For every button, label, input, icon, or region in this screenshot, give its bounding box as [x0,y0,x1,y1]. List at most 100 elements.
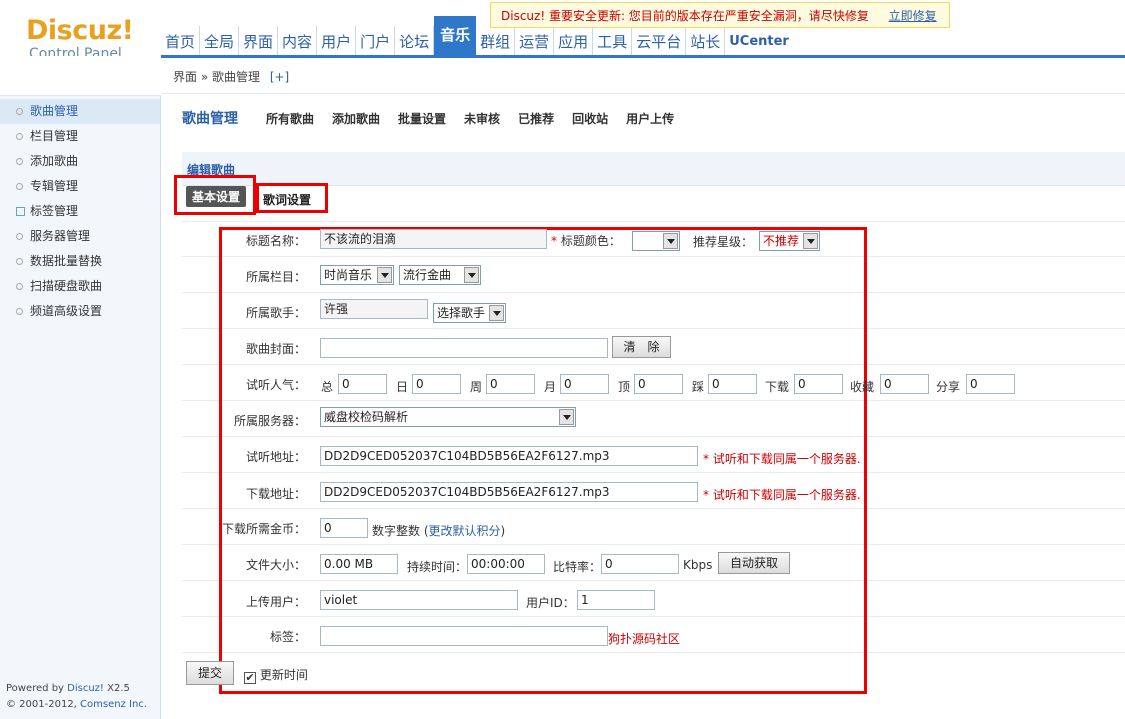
sidebar-item-tag-manage[interactable]: 标签管理 [0,199,160,224]
fix-now-link[interactable]: 立即修复 [889,9,937,23]
nav-portal[interactable]: 门户 [356,26,396,56]
pop-day-input[interactable]: 0 [412,374,461,394]
cover-input[interactable] [320,338,608,358]
submit-button[interactable]: 提交 [186,661,234,685]
main-content: 歌曲管理 所有歌曲 添加歌曲 批量设置 未审核 已推荐 回收站 用户上传 编辑歌… [162,95,1125,719]
comsenz-link[interactable]: Comsenz Inc. [80,699,147,710]
chevron-down-icon [377,267,392,283]
tab-basic-settings[interactable]: 基本设置 [174,175,256,215]
subnav-recommended[interactable]: 已推荐 [518,110,554,127]
coin-input[interactable]: 0 [320,518,368,538]
bitrate-label: 比特率： [553,560,602,574]
sidebar-item-add-song[interactable]: 添加歌曲 [0,149,160,174]
logo-brand: Discuz! [26,15,134,46]
tab-lyrics-settings[interactable]: 歌词设置 [256,183,328,213]
nav-forum[interactable]: 论坛 [395,26,435,56]
uploader-input[interactable]: violet [320,590,518,610]
download-url-input[interactable]: DD2D9CED052037C104BD5B56EA2F6127.mp3 [320,482,698,502]
nav-tools[interactable]: 工具 [593,26,633,56]
nav-webmaster[interactable]: 站长 [686,26,726,56]
file-size-label: 文件大小： [245,558,306,572]
sub-nav: 歌曲管理 所有歌曲 添加歌曲 批量设置 未审核 已推荐 回收站 用户上传 [182,107,692,129]
breadcrumb-add-button[interactable]: [+] [270,70,289,84]
chevron-down-icon [663,233,678,249]
nav-ucenter[interactable]: UCenter [725,26,793,56]
nav-users[interactable]: 用户 [317,26,357,56]
star-select[interactable]: 不推荐 [759,231,820,251]
star-label: 推荐星级： [693,235,754,249]
tab-basic-label: 基本设置 [186,186,247,207]
duration-label: 持续时间： [407,560,468,574]
pop-total-label: 总 [321,380,334,394]
server-select[interactable]: 威盘校检码解析 [320,407,576,427]
user-id-input[interactable]: 1 [577,590,655,610]
singer-input[interactable]: 许强 [320,299,428,319]
sidebar-item-server-manage[interactable]: 服务器管理 [0,224,160,249]
alert-text: Discuz! 重要安全更新: 您目前的版本存在严重安全漏洞，请尽快修复 [501,9,869,23]
pop-total-input[interactable]: 0 [338,374,387,394]
update-time-checkbox[interactable]: ✔ [244,672,256,684]
tag-hint: 狗扑源码社区 [608,632,681,646]
pop-download-input[interactable]: 0 [794,374,843,394]
listen-url-input[interactable]: DD2D9CED052037C104BD5B56EA2F6127.mp3 [320,446,698,466]
sidebar-item-album-manage[interactable]: 专辑管理 [0,174,160,199]
category-select-secondary[interactable]: 流行金曲 [399,265,481,285]
pop-favorite-input[interactable]: 0 [880,374,929,394]
nav-apps[interactable]: 应用 [554,26,594,56]
nav-home[interactable]: 首页 [161,26,201,56]
pop-down-input[interactable]: 0 [708,374,757,394]
bitrate-input[interactable]: 0 [601,554,679,574]
duration-input[interactable]: 00:00:00 [467,554,545,574]
nav-operations[interactable]: 运营 [515,26,555,56]
title-input[interactable]: 不该流的泪滴 [320,229,547,249]
bullet-icon [16,133,23,140]
sidebar-item-scan-disk[interactable]: 扫描硬盘歌曲 [0,274,160,299]
pop-share-input[interactable]: 0 [966,374,1015,394]
subnav-user-uploads[interactable]: 用户上传 [626,110,674,127]
sidebar-item-category-manage[interactable]: 栏目管理 [0,124,160,149]
chevron-down-icon [489,305,504,321]
discuz-link[interactable]: Discuz! [67,683,104,694]
pop-share-label: 分享 [936,380,961,394]
sidebar-item-channel-advanced[interactable]: 频道高级设置 [0,299,160,324]
bullet-icon [16,308,23,315]
clear-cover-button[interactable]: 清 除 [612,336,671,358]
bullet-icon [16,283,23,290]
title-color-select[interactable] [632,231,680,251]
pop-week-input[interactable]: 0 [486,374,535,394]
sidebar-item-song-manage[interactable]: 歌曲管理 [0,99,160,124]
nav-cloud[interactable]: 云平台 [632,26,687,56]
singer-label: 所属歌手： [245,306,306,320]
breadcrumb: 界面 » 歌曲管理 [+] [161,58,1125,94]
subnav-add-song[interactable]: 添加歌曲 [332,110,380,127]
bullet-icon [16,158,23,165]
nav-content[interactable]: 内容 [278,26,318,56]
pop-month-input[interactable]: 0 [560,374,609,394]
nav-groups[interactable]: 群组 [476,26,516,56]
tag-input[interactable] [320,626,608,646]
file-size-input[interactable]: 0.00 MB [320,554,398,574]
subnav-recycle-bin[interactable]: 回收站 [572,110,608,127]
pop-up-input[interactable]: 0 [634,374,683,394]
auto-fetch-button[interactable]: 自动获取 [718,552,790,574]
sidebar-item-batch-replace[interactable]: 数据批量替换 [0,249,160,274]
subnav-batch-settings[interactable]: 批量设置 [398,110,446,127]
security-alert: Discuz! 重要安全更新: 您目前的版本存在严重安全漏洞，请尽快修复 立即修… [490,2,950,28]
category-select-primary[interactable]: 时尚音乐 [320,265,394,285]
chevron-down-icon [559,409,574,425]
nav-music[interactable]: 音乐 [434,16,477,56]
change-default-credit-link[interactable]: 更改默认积分 [429,524,501,538]
singer-select[interactable]: 选择歌手 [433,303,506,323]
breadcrumb-path: 界面 » 歌曲管理 [173,70,260,84]
subnav-unreviewed[interactable]: 未审核 [464,110,500,127]
subnav-all-songs[interactable]: 所有歌曲 [266,110,314,127]
nav-global[interactable]: 全局 [200,26,240,56]
download-url-label: 下载地址： [245,487,306,501]
update-time-label: 更新时间 [259,668,308,682]
tag-label: 标签： [269,630,306,644]
title-color-label: * 标题颜色： [551,234,621,248]
nav-interface[interactable]: 界面 [239,26,279,56]
pop-month-label: 月 [544,380,557,394]
bullet-icon [16,258,23,265]
cover-label: 歌曲封面： [245,342,306,356]
